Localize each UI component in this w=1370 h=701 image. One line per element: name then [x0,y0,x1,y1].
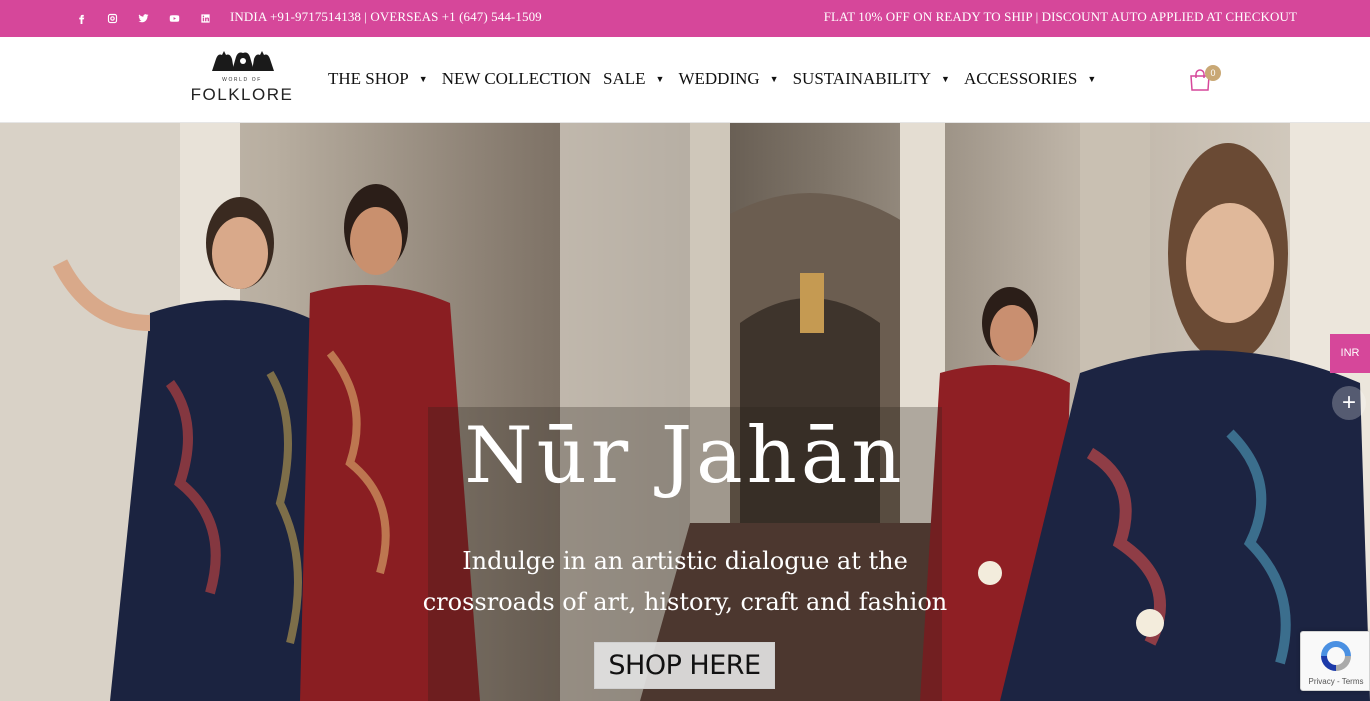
nav-sale[interactable]: SALE ▼ [603,69,666,89]
recaptcha-badge[interactable]: Privacy - Terms [1300,631,1370,691]
logo-wordmark: FOLKLORE [190,85,294,104]
hero-title: Nūr Jahān [464,411,906,501]
nav-label: SUSTAINABILITY [792,69,932,88]
caret-down-icon: ▼ [769,74,779,84]
linkedin-icon[interactable] [196,10,214,26]
site-header: WORLD OF FOLKLORE THE SHOP ▼ NEW COLLECT… [0,37,1370,123]
facebook-icon[interactable] [72,10,90,26]
logo-tagline: WORLD OF [222,77,262,83]
nav-wedding[interactable]: WEDDING ▼ [678,69,780,89]
hero-subtitle-line: Indulge in an artistic dialogue at the [462,547,908,575]
nav-the-shop[interactable]: THE SHOP ▼ [328,69,430,89]
hero-banner: Nūr Jahān Indulge in an artistic dialogu… [0,123,1370,701]
cart-count-badge: 0 [1205,65,1221,81]
caret-down-icon: ▼ [418,74,428,84]
logo[interactable]: WORLD OF FOLKLORE [186,49,298,107]
instagram-icon[interactable] [103,10,121,26]
recaptcha-icon [1321,641,1351,671]
nav-accessories[interactable]: ACCESSORIES ▼ [964,69,1098,89]
cart-button[interactable]: 0 [1188,65,1221,93]
announcement-bar: INDIA +91-9717514138 | OVERSEAS +1 (647)… [0,0,1370,37]
recaptcha-links[interactable]: Privacy - Terms [1301,677,1370,686]
logo-emblem [212,51,274,71]
nav-new-collection[interactable]: NEW COLLECTION [442,69,591,89]
caret-down-icon: ▼ [655,74,665,84]
hero-subtitle-line: crossroads of art, history, craft and fa… [422,588,948,616]
main-navigation: THE SHOP ▼ NEW COLLECTION SALE ▼ WEDDING… [328,69,1110,89]
plus-icon[interactable]: + [1332,386,1366,420]
caret-down-icon: ▼ [941,74,950,84]
discount-offer: FLAT 10% OFF ON READY TO SHIP | DISCOUNT… [823,9,1297,24]
youtube-icon[interactable] [165,10,183,26]
nav-label: SALE [603,69,646,88]
social-links [72,10,214,26]
currency-selector[interactable]: INR [1330,334,1370,373]
nav-label: ACCESSORIES [963,69,1078,88]
shop-here-button[interactable]: SHOP HERE [594,642,775,689]
nav-sustainability[interactable]: SUSTAINABILITY ▼ [793,69,952,89]
nav-label: NEW COLLECTION [441,69,592,88]
nav-label: WEDDING [678,69,760,88]
contact-numbers: INDIA +91-9717514138 | OVERSEAS +1 (647)… [230,9,542,24]
caret-down-icon: ▼ [1087,74,1097,84]
nav-label: THE SHOP [328,69,409,88]
twitter-icon[interactable] [134,10,152,26]
hero-subtitle: Indulge in an artistic dialogue at the c… [400,541,970,623]
